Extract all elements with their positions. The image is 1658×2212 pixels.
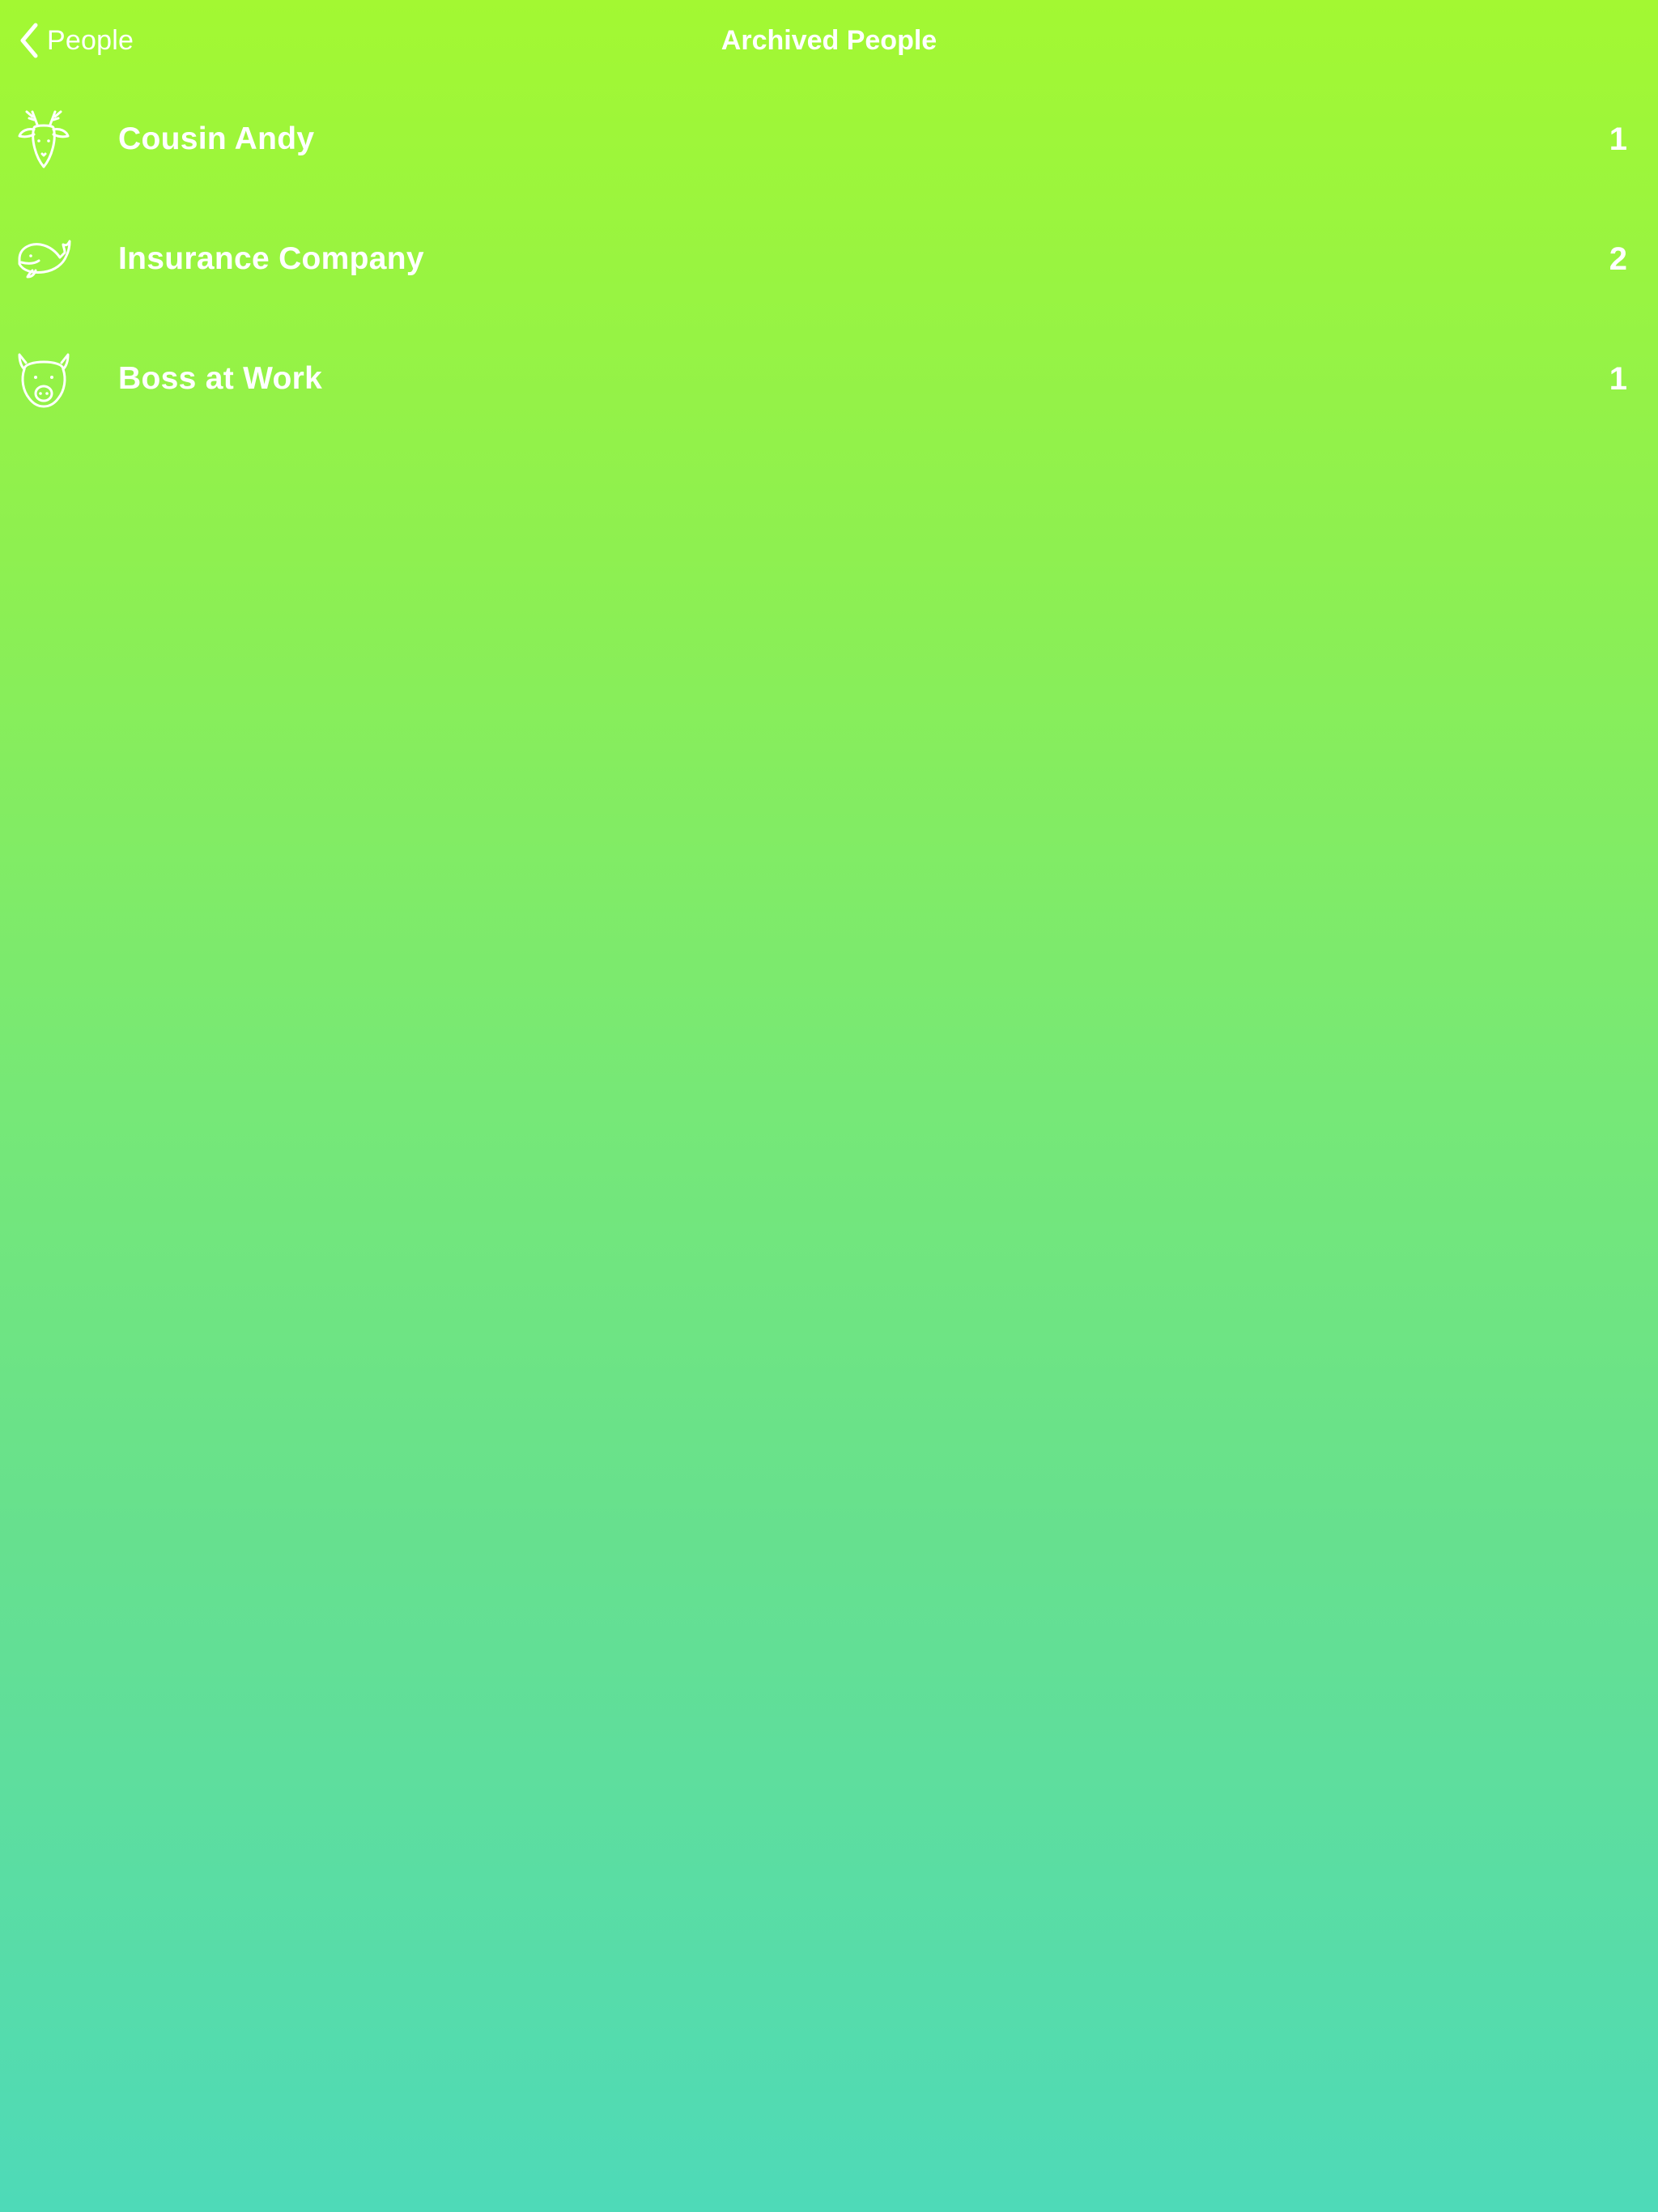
person-name: Insurance Company: [118, 241, 424, 276]
page-title: Archived People: [721, 25, 937, 56]
whale-icon: [16, 227, 71, 291]
archived-people-list: Cousin Andy 1 Insurance Company 2 Boss a…: [0, 92, 1658, 452]
list-item-person[interactable]: Boss at Work 1: [0, 332, 1658, 452]
person-count: 1: [1609, 121, 1627, 157]
deer-icon: [16, 107, 71, 172]
person-count: 2: [1609, 241, 1627, 277]
navigation-bar: People Archived People: [0, 0, 1658, 81]
person-name: Boss at Work: [118, 361, 323, 396]
list-item-person[interactable]: Cousin Andy 1: [0, 92, 1658, 212]
person-count: 1: [1609, 361, 1627, 397]
list-item-person[interactable]: Insurance Company 2: [0, 212, 1658, 332]
pig-icon: [16, 347, 71, 411]
person-name: Cousin Andy: [118, 121, 315, 156]
